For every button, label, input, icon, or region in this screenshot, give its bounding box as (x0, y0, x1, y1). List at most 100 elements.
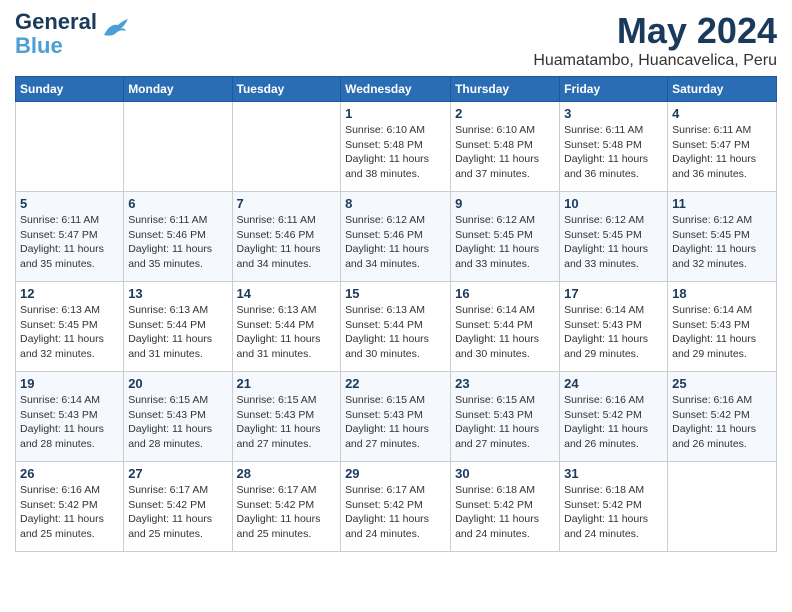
day-cell-18: 18 Sunrise: 6:14 AMSunset: 5:43 PMDayligh… (668, 282, 777, 372)
logo-blue: Blue (15, 34, 63, 58)
empty-cell (124, 102, 232, 192)
day-cell-4: 4Sunrise: 6:11 AMSunset: 5:47 PMDaylight… (668, 102, 777, 192)
day-number: 1 (345, 106, 446, 121)
day-cell-1: 1 Sunrise: 6:10 AMSunset: 5:48 PMDaylight… (341, 102, 451, 192)
logo-bird-icon (102, 17, 130, 44)
day-cell-15: 15 Sunrise: 6:13 AMSunset: 5:44 PMDayligh… (341, 282, 451, 372)
logo-general: General (15, 10, 97, 34)
day-info: Sunrise: 6:10 AMSunset: 5:48 PMDaylight:… (345, 123, 446, 182)
day-info: Sunrise: 6:11 AMSunset: 5:48 PMDaylight:… (564, 123, 663, 182)
day-cell-20: 20 Sunrise: 6:15 AMSunset: 5:43 PMDayligh… (124, 372, 232, 462)
day-number: 12 (20, 286, 119, 301)
day-cell-12: 12 Sunrise: 6:13 AMSunset: 5:45 PMDayligh… (16, 282, 124, 372)
day-info: Sunrise: 6:16 AMSunset: 5:42 PMDaylight:… (20, 483, 119, 542)
day-number: 7 (237, 196, 337, 211)
day-cell-9: 9 Sunrise: 6:12 AMSunset: 5:45 PMDaylight… (451, 192, 560, 282)
title-section: May 2024 Huamatambo, Huancavelica, Peru (533, 10, 777, 70)
day-info: Sunrise: 6:17 AMSunset: 5:42 PMDaylight:… (128, 483, 227, 542)
day-number: 20 (128, 376, 227, 391)
day-cell-11: 11Sunrise: 6:12 AMSunset: 5:45 PMDayligh… (668, 192, 777, 282)
day-cell-10: 10Sunrise: 6:12 AMSunset: 5:45 PMDayligh… (560, 192, 668, 282)
day-cell-24: 24 Sunrise: 6:16 AMSunset: 5:42 PMDayligh… (560, 372, 668, 462)
day-number: 6 (128, 196, 227, 211)
day-info: Sunrise: 6:11 AMSunset: 5:46 PMDaylight:… (128, 213, 227, 272)
day-number: 30 (455, 466, 555, 481)
day-number: 26 (20, 466, 119, 481)
day-info: Sunrise: 6:15 AMSunset: 5:43 PMDaylight:… (455, 393, 555, 452)
day-number: 8 (345, 196, 446, 211)
weekday-header-monday: Monday (124, 77, 232, 102)
day-number: 22 (345, 376, 446, 391)
day-cell-22: 22 Sunrise: 6:15 AMSunset: 5:43 PMDayligh… (341, 372, 451, 462)
day-info: Sunrise: 6:17 AMSunset: 5:42 PMDaylight:… (345, 483, 446, 542)
day-info: Sunrise: 6:12 AMSunset: 5:45 PMDaylight:… (455, 213, 555, 272)
day-info: Sunrise: 6:11 AMSunset: 5:46 PMDaylight:… (237, 213, 337, 272)
day-number: 3 (564, 106, 663, 121)
day-info: Sunrise: 6:16 AMSunset: 5:42 PMDaylight:… (564, 393, 663, 452)
day-number: 27 (128, 466, 227, 481)
day-cell-6: 6 Sunrise: 6:11 AMSunset: 5:46 PMDaylight… (124, 192, 232, 282)
day-info: Sunrise: 6:17 AMSunset: 5:42 PMDaylight:… (237, 483, 337, 542)
day-info: Sunrise: 6:13 AMSunset: 5:44 PMDaylight:… (128, 303, 227, 362)
day-info: Sunrise: 6:12 AMSunset: 5:45 PMDaylight:… (564, 213, 663, 272)
day-info: Sunrise: 6:15 AMSunset: 5:43 PMDaylight:… (345, 393, 446, 452)
day-number: 14 (237, 286, 337, 301)
day-cell-8: 8 Sunrise: 6:12 AMSunset: 5:46 PMDaylight… (341, 192, 451, 282)
day-cell-14: 14 Sunrise: 6:13 AMSunset: 5:44 PMDayligh… (232, 282, 341, 372)
empty-cell (232, 102, 341, 192)
day-cell-7: 7 Sunrise: 6:11 AMSunset: 5:46 PMDaylight… (232, 192, 341, 282)
week-row-2: 5Sunrise: 6:11 AMSunset: 5:47 PMDaylight… (16, 192, 777, 282)
day-number: 23 (455, 376, 555, 391)
day-info: Sunrise: 6:12 AMSunset: 5:46 PMDaylight:… (345, 213, 446, 272)
page-header: General Blue May 2024 Huamatambo, Huanca… (15, 10, 777, 70)
week-row-3: 12 Sunrise: 6:13 AMSunset: 5:45 PMDayligh… (16, 282, 777, 372)
day-info: Sunrise: 6:18 AMSunset: 5:42 PMDaylight:… (455, 483, 555, 542)
day-cell-2: 2Sunrise: 6:10 AMSunset: 5:48 PMDaylight… (451, 102, 560, 192)
day-cell-13: 13 Sunrise: 6:13 AMSunset: 5:44 PMDayligh… (124, 282, 232, 372)
day-info: Sunrise: 6:15 AMSunset: 5:43 PMDaylight:… (128, 393, 227, 452)
calendar-table: SundayMondayTuesdayWednesdayThursdayFrid… (15, 76, 777, 552)
day-info: Sunrise: 6:15 AMSunset: 5:43 PMDaylight:… (237, 393, 337, 452)
day-number: 28 (237, 466, 337, 481)
day-info: Sunrise: 6:14 AMSunset: 5:44 PMDaylight:… (455, 303, 555, 362)
weekday-header-wednesday: Wednesday (341, 77, 451, 102)
day-cell-25: 25 Sunrise: 6:16 AMSunset: 5:42 PMDayligh… (668, 372, 777, 462)
day-cell-28: 28 Sunrise: 6:17 AMSunset: 5:42 PMDayligh… (232, 462, 341, 552)
day-info: Sunrise: 6:18 AMSunset: 5:42 PMDaylight:… (564, 483, 663, 542)
weekday-header-sunday: Sunday (16, 77, 124, 102)
empty-cell (668, 462, 777, 552)
day-number: 19 (20, 376, 119, 391)
weekday-header-row: SundayMondayTuesdayWednesdayThursdayFrid… (16, 77, 777, 102)
week-row-4: 19 Sunrise: 6:14 AMSunset: 5:43 PMDayligh… (16, 372, 777, 462)
day-number: 5 (20, 196, 119, 211)
day-info: Sunrise: 6:13 AMSunset: 5:45 PMDaylight:… (20, 303, 119, 362)
day-number: 31 (564, 466, 663, 481)
day-info: Sunrise: 6:14 AMSunset: 5:43 PMDaylight:… (672, 303, 772, 362)
empty-cell (16, 102, 124, 192)
day-number: 9 (455, 196, 555, 211)
day-cell-30: 30 Sunrise: 6:18 AMSunset: 5:42 PMDayligh… (451, 462, 560, 552)
day-number: 18 (672, 286, 772, 301)
day-number: 25 (672, 376, 772, 391)
day-info: Sunrise: 6:11 AMSunset: 5:47 PMDaylight:… (672, 123, 772, 182)
day-info: Sunrise: 6:13 AMSunset: 5:44 PMDaylight:… (237, 303, 337, 362)
day-info: Sunrise: 6:14 AMSunset: 5:43 PMDaylight:… (20, 393, 119, 452)
day-number: 15 (345, 286, 446, 301)
day-cell-29: 29Sunrise: 6:17 AMSunset: 5:42 PMDayligh… (341, 462, 451, 552)
day-number: 24 (564, 376, 663, 391)
day-cell-17: 17Sunrise: 6:14 AMSunset: 5:43 PMDayligh… (560, 282, 668, 372)
logo: General Blue (15, 10, 130, 58)
day-number: 16 (455, 286, 555, 301)
day-cell-23: 23 Sunrise: 6:15 AMSunset: 5:43 PMDayligh… (451, 372, 560, 462)
day-number: 13 (128, 286, 227, 301)
location: Huamatambo, Huancavelica, Peru (533, 52, 777, 70)
day-info: Sunrise: 6:16 AMSunset: 5:42 PMDaylight:… (672, 393, 772, 452)
day-cell-31: 31 Sunrise: 6:18 AMSunset: 5:42 PMDayligh… (560, 462, 668, 552)
weekday-header-saturday: Saturday (668, 77, 777, 102)
month-title: May 2024 (533, 10, 777, 52)
day-cell-27: 27 Sunrise: 6:17 AMSunset: 5:42 PMDayligh… (124, 462, 232, 552)
week-row-5: 26 Sunrise: 6:16 AMSunset: 5:42 PMDayligh… (16, 462, 777, 552)
day-cell-3: 3 Sunrise: 6:11 AMSunset: 5:48 PMDaylight… (560, 102, 668, 192)
day-info: Sunrise: 6:13 AMSunset: 5:44 PMDaylight:… (345, 303, 446, 362)
day-cell-5: 5Sunrise: 6:11 AMSunset: 5:47 PMDaylight… (16, 192, 124, 282)
